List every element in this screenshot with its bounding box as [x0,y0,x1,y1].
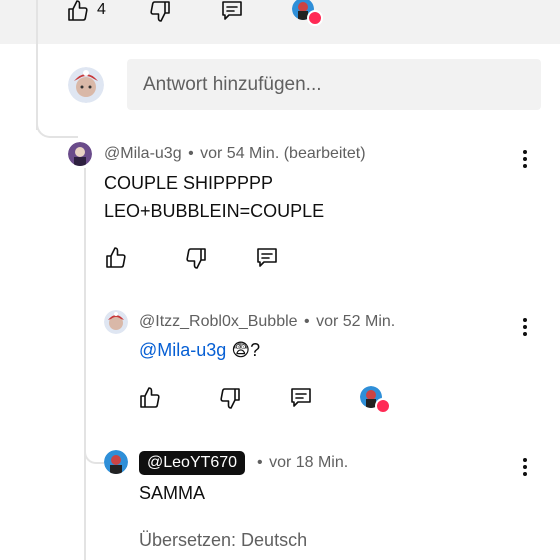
comment-icon [291,388,311,407]
thumbs-down-icon [186,248,206,269]
kebab-dot [523,318,527,322]
meta-separator: • [188,145,194,162]
comment-author[interactable]: @Itzz_Robl0x_Bubble [139,313,298,330]
comment-time[interactable]: vor 54 Min. [200,145,279,162]
like-button[interactable] [136,384,164,412]
thumbs-down-icon [220,388,240,409]
comment-time[interactable]: vor 18 Min. [269,454,348,471]
kebab-dot [523,472,527,476]
dislike-button[interactable] [146,0,174,25]
comment-time[interactable]: vor 52 Min. [316,313,395,330]
translate-link[interactable]: Übersetzen: Deutsch [139,530,307,551]
meta-separator: • [257,454,263,471]
comment-icon [257,248,277,267]
comment-suffix: ? [250,340,261,360]
kebab-dot [523,164,527,168]
thread-connector [36,96,78,138]
reply-thread-connector [84,424,104,464]
comment-menu-button[interactable] [515,146,535,172]
kebab-dot [523,150,527,154]
dislike-button[interactable] [216,384,244,412]
comment-avatar [104,310,128,334]
like-button[interactable] [64,0,92,25]
comment-meta: • vor 18 Min. [255,454,348,472]
comment-text: SAMMA [139,483,206,503]
thumbs-up-icon [106,247,126,268]
thumbs-down-icon [150,1,170,22]
comment-avatar [104,450,128,474]
previous-comment-actions: 4 [0,0,560,44]
comment-meta: @Itzz_Robl0x_Bubble • vor 52 Min. [139,313,395,331]
dislike-button[interactable] [182,244,210,272]
mention-link[interactable]: @Mila-u3g [139,340,226,360]
comment-menu-button[interactable] [515,454,535,480]
comment-text: @Mila-u3g 😨? [139,340,260,361]
reply-button[interactable] [218,0,246,25]
comment-avatar [68,142,92,166]
creator-name-chip[interactable]: @LeoYT670 [139,451,246,475]
meta-separator: • [304,313,310,330]
reply-button[interactable] [253,244,281,272]
current-user-avatar [68,67,104,103]
thumbs-up-icon [140,387,160,408]
comment-edited: (bearbeitet) [283,145,366,162]
kebab-dot [523,458,527,462]
user-avatar-icon [104,310,128,334]
kebab-dot [523,157,527,161]
like-count: 4 [97,1,106,18]
thumbs-up-icon [68,0,88,21]
user-avatar-icon [104,450,128,474]
kebab-dot [523,465,527,469]
comment-meta: @Mila-u3g • vor 54 Min. (bearbeitet) [104,145,366,163]
user-avatar-icon [68,142,92,166]
reply-input[interactable] [127,59,541,110]
kebab-dot [523,332,527,336]
creator-heart-icon [307,10,323,26]
comment-author[interactable]: @Mila-u3g [104,145,182,162]
reply-button[interactable] [287,384,315,412]
user-avatar-icon [68,67,104,103]
creator-heart-icon [375,398,391,414]
comment-text-line: LEO+BUBBLEIN=COUPLE [104,201,325,221]
like-button[interactable] [102,244,130,272]
comment-menu-button[interactable] [515,314,535,340]
kebab-dot [523,325,527,329]
fearful-face-emoji: 😨 [231,340,251,361]
comment-icon [222,1,242,20]
reply-thread-line [84,168,86,560]
comment-text-line: COUPLE SHIPPPPP [104,173,274,193]
